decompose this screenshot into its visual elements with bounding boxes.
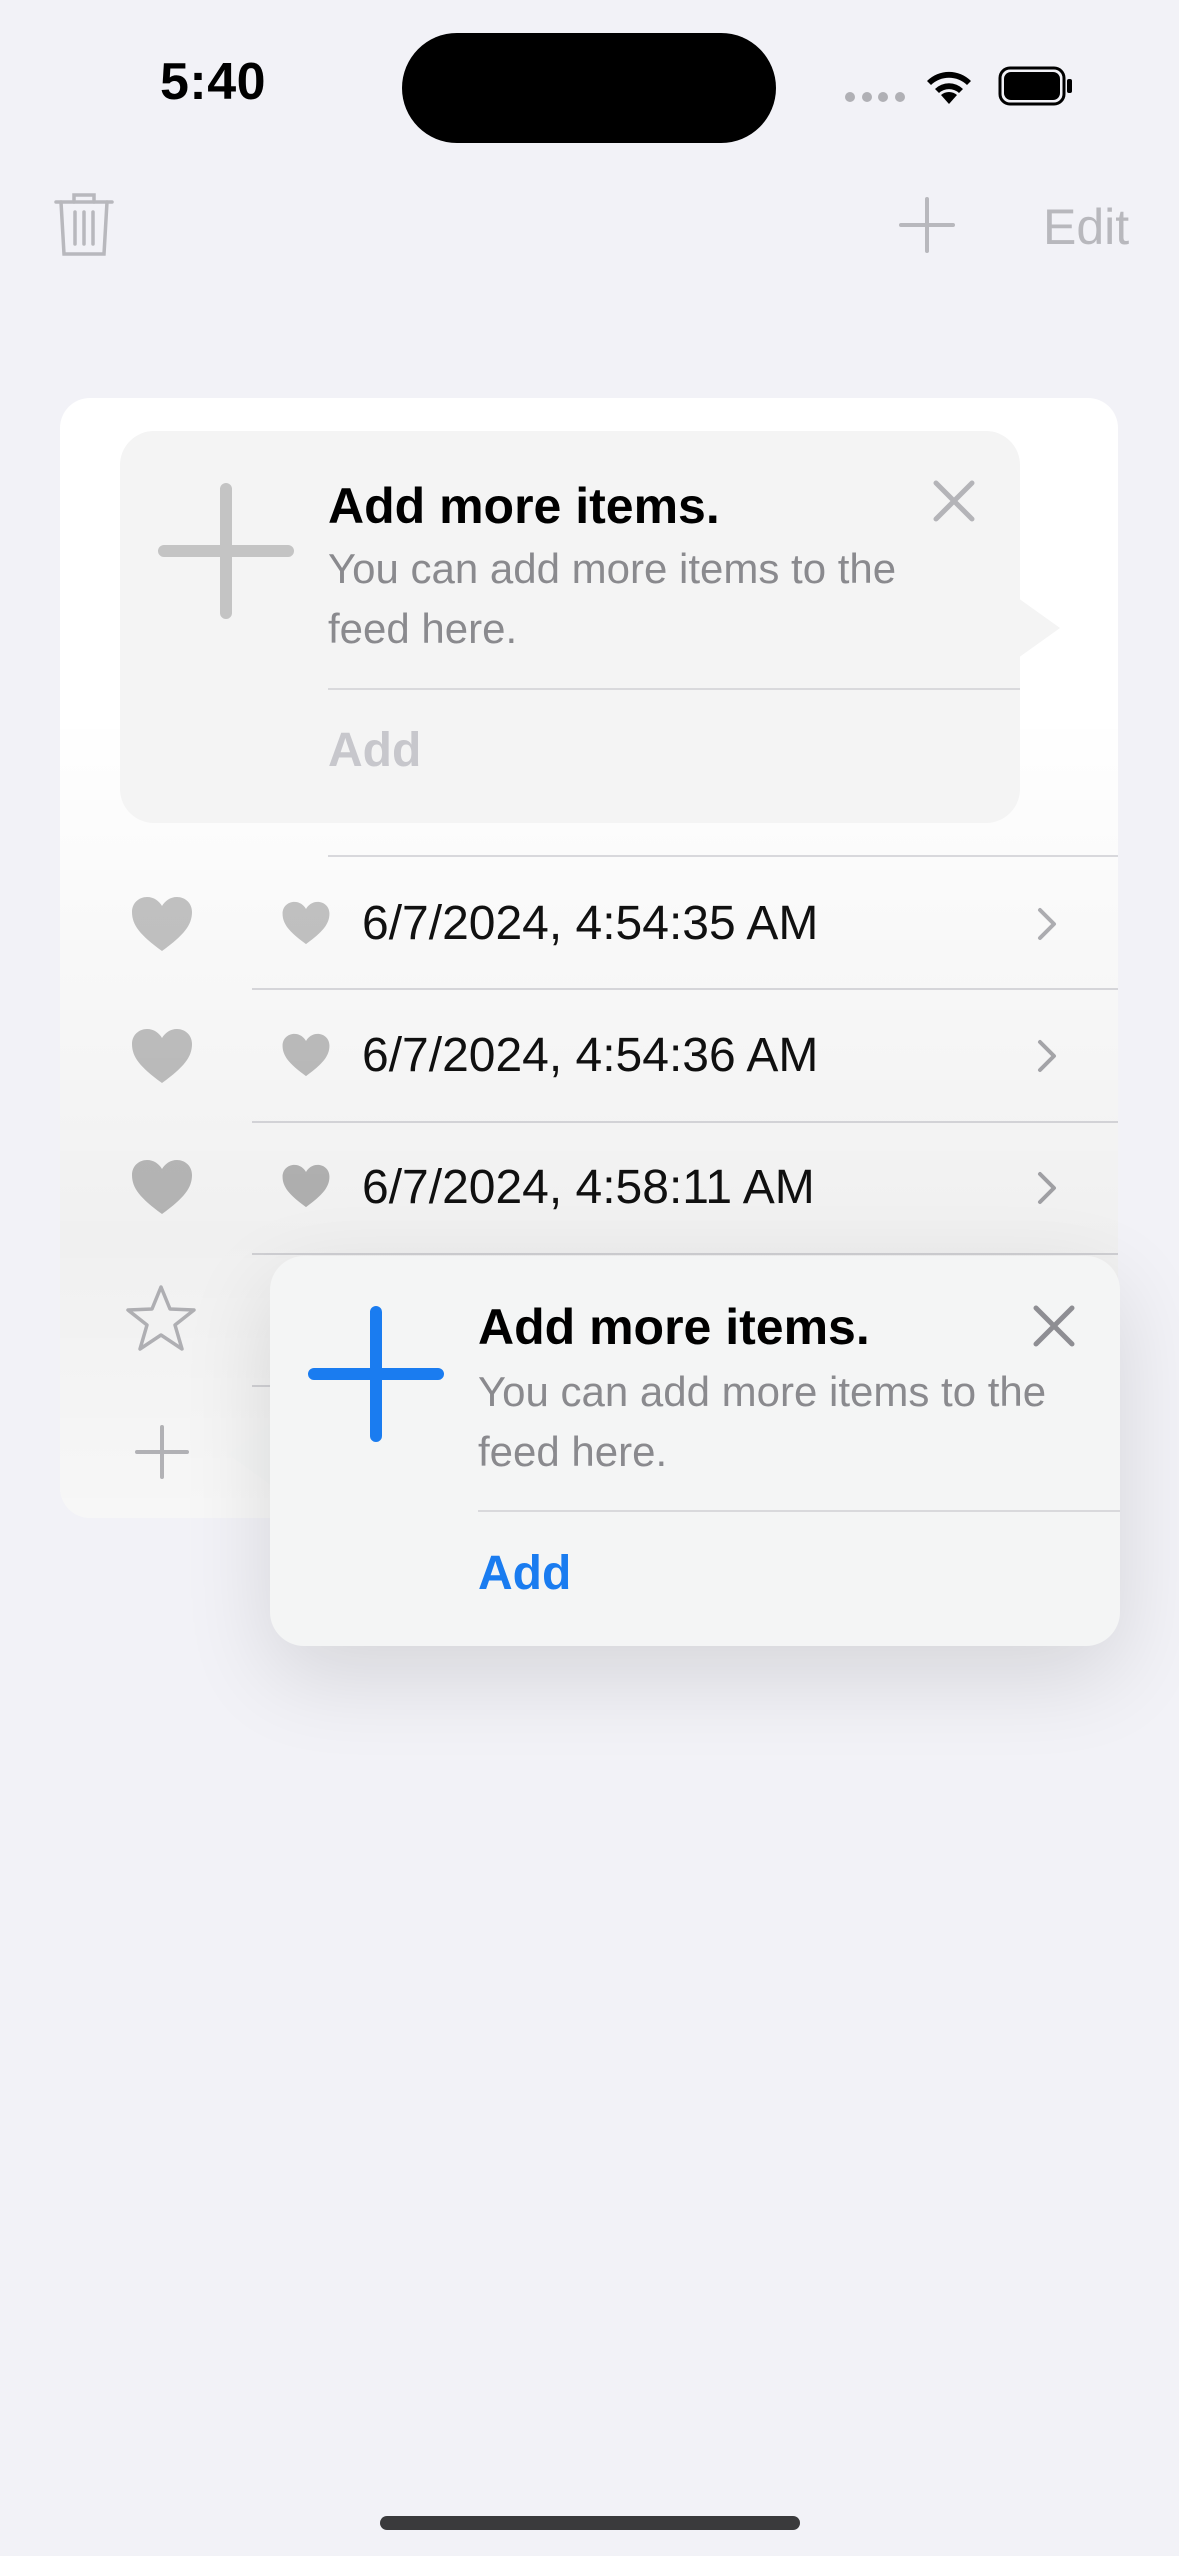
row-timestamp: 6/7/2024, 4:54:36 AM: [362, 1029, 819, 1082]
tip-arrow: [228, 1422, 272, 1486]
tip-divider: [328, 688, 1020, 690]
add-item-icon[interactable]: [134, 1424, 190, 1480]
heart-icon: [282, 1164, 330, 1208]
heart-icon[interactable]: [130, 1158, 194, 1216]
home-indicator: [380, 2516, 800, 2530]
tip-popover: Add more items. You can add more items t…: [270, 1256, 1120, 1646]
heart-icon[interactable]: [130, 895, 194, 953]
add-icon[interactable]: [898, 196, 956, 254]
battery-icon: [998, 66, 1072, 106]
chevron-right-icon: [1038, 908, 1056, 940]
chevron-right-icon: [1038, 1040, 1056, 1072]
tip-popover-inactive: Add more items. You can add more items t…: [120, 431, 1020, 823]
edit-button[interactable]: Edit: [1043, 198, 1129, 256]
plus-icon: [308, 1306, 444, 1442]
tip-title: Add more items.: [478, 1299, 870, 1355]
cellular-signal-icon: [845, 92, 905, 104]
tip-add-button[interactable]: Add: [478, 1546, 571, 1601]
tip-message: You can add more items to the feed here.: [478, 1368, 1047, 1475]
close-icon[interactable]: [1032, 1304, 1076, 1348]
tip-arrow: [1018, 598, 1060, 658]
plus-icon: [158, 483, 294, 619]
tip-message: You can add more items to the feed here.: [328, 545, 897, 652]
star-icon[interactable]: [125, 1283, 197, 1353]
status-time: 5:40: [160, 53, 267, 111]
heart-icon: [282, 1033, 330, 1077]
tip-divider: [478, 1510, 1120, 1512]
heart-icon: [282, 901, 330, 945]
trash-icon[interactable]: [50, 188, 118, 260]
chevron-right-icon: [1038, 1172, 1056, 1204]
row-timestamp: 6/7/2024, 4:58:11 AM: [362, 1161, 815, 1214]
row-timestamp: 6/7/2024, 4:54:35 AM: [362, 897, 819, 950]
close-icon[interactable]: [932, 479, 976, 523]
tip-title: Add more items.: [328, 478, 720, 534]
heart-icon[interactable]: [130, 1027, 194, 1085]
wifi-icon: [927, 71, 971, 104]
row-separator: [252, 1253, 1118, 1255]
tip-add-button[interactable]: Add: [328, 723, 421, 778]
dynamic-island: [402, 33, 776, 143]
